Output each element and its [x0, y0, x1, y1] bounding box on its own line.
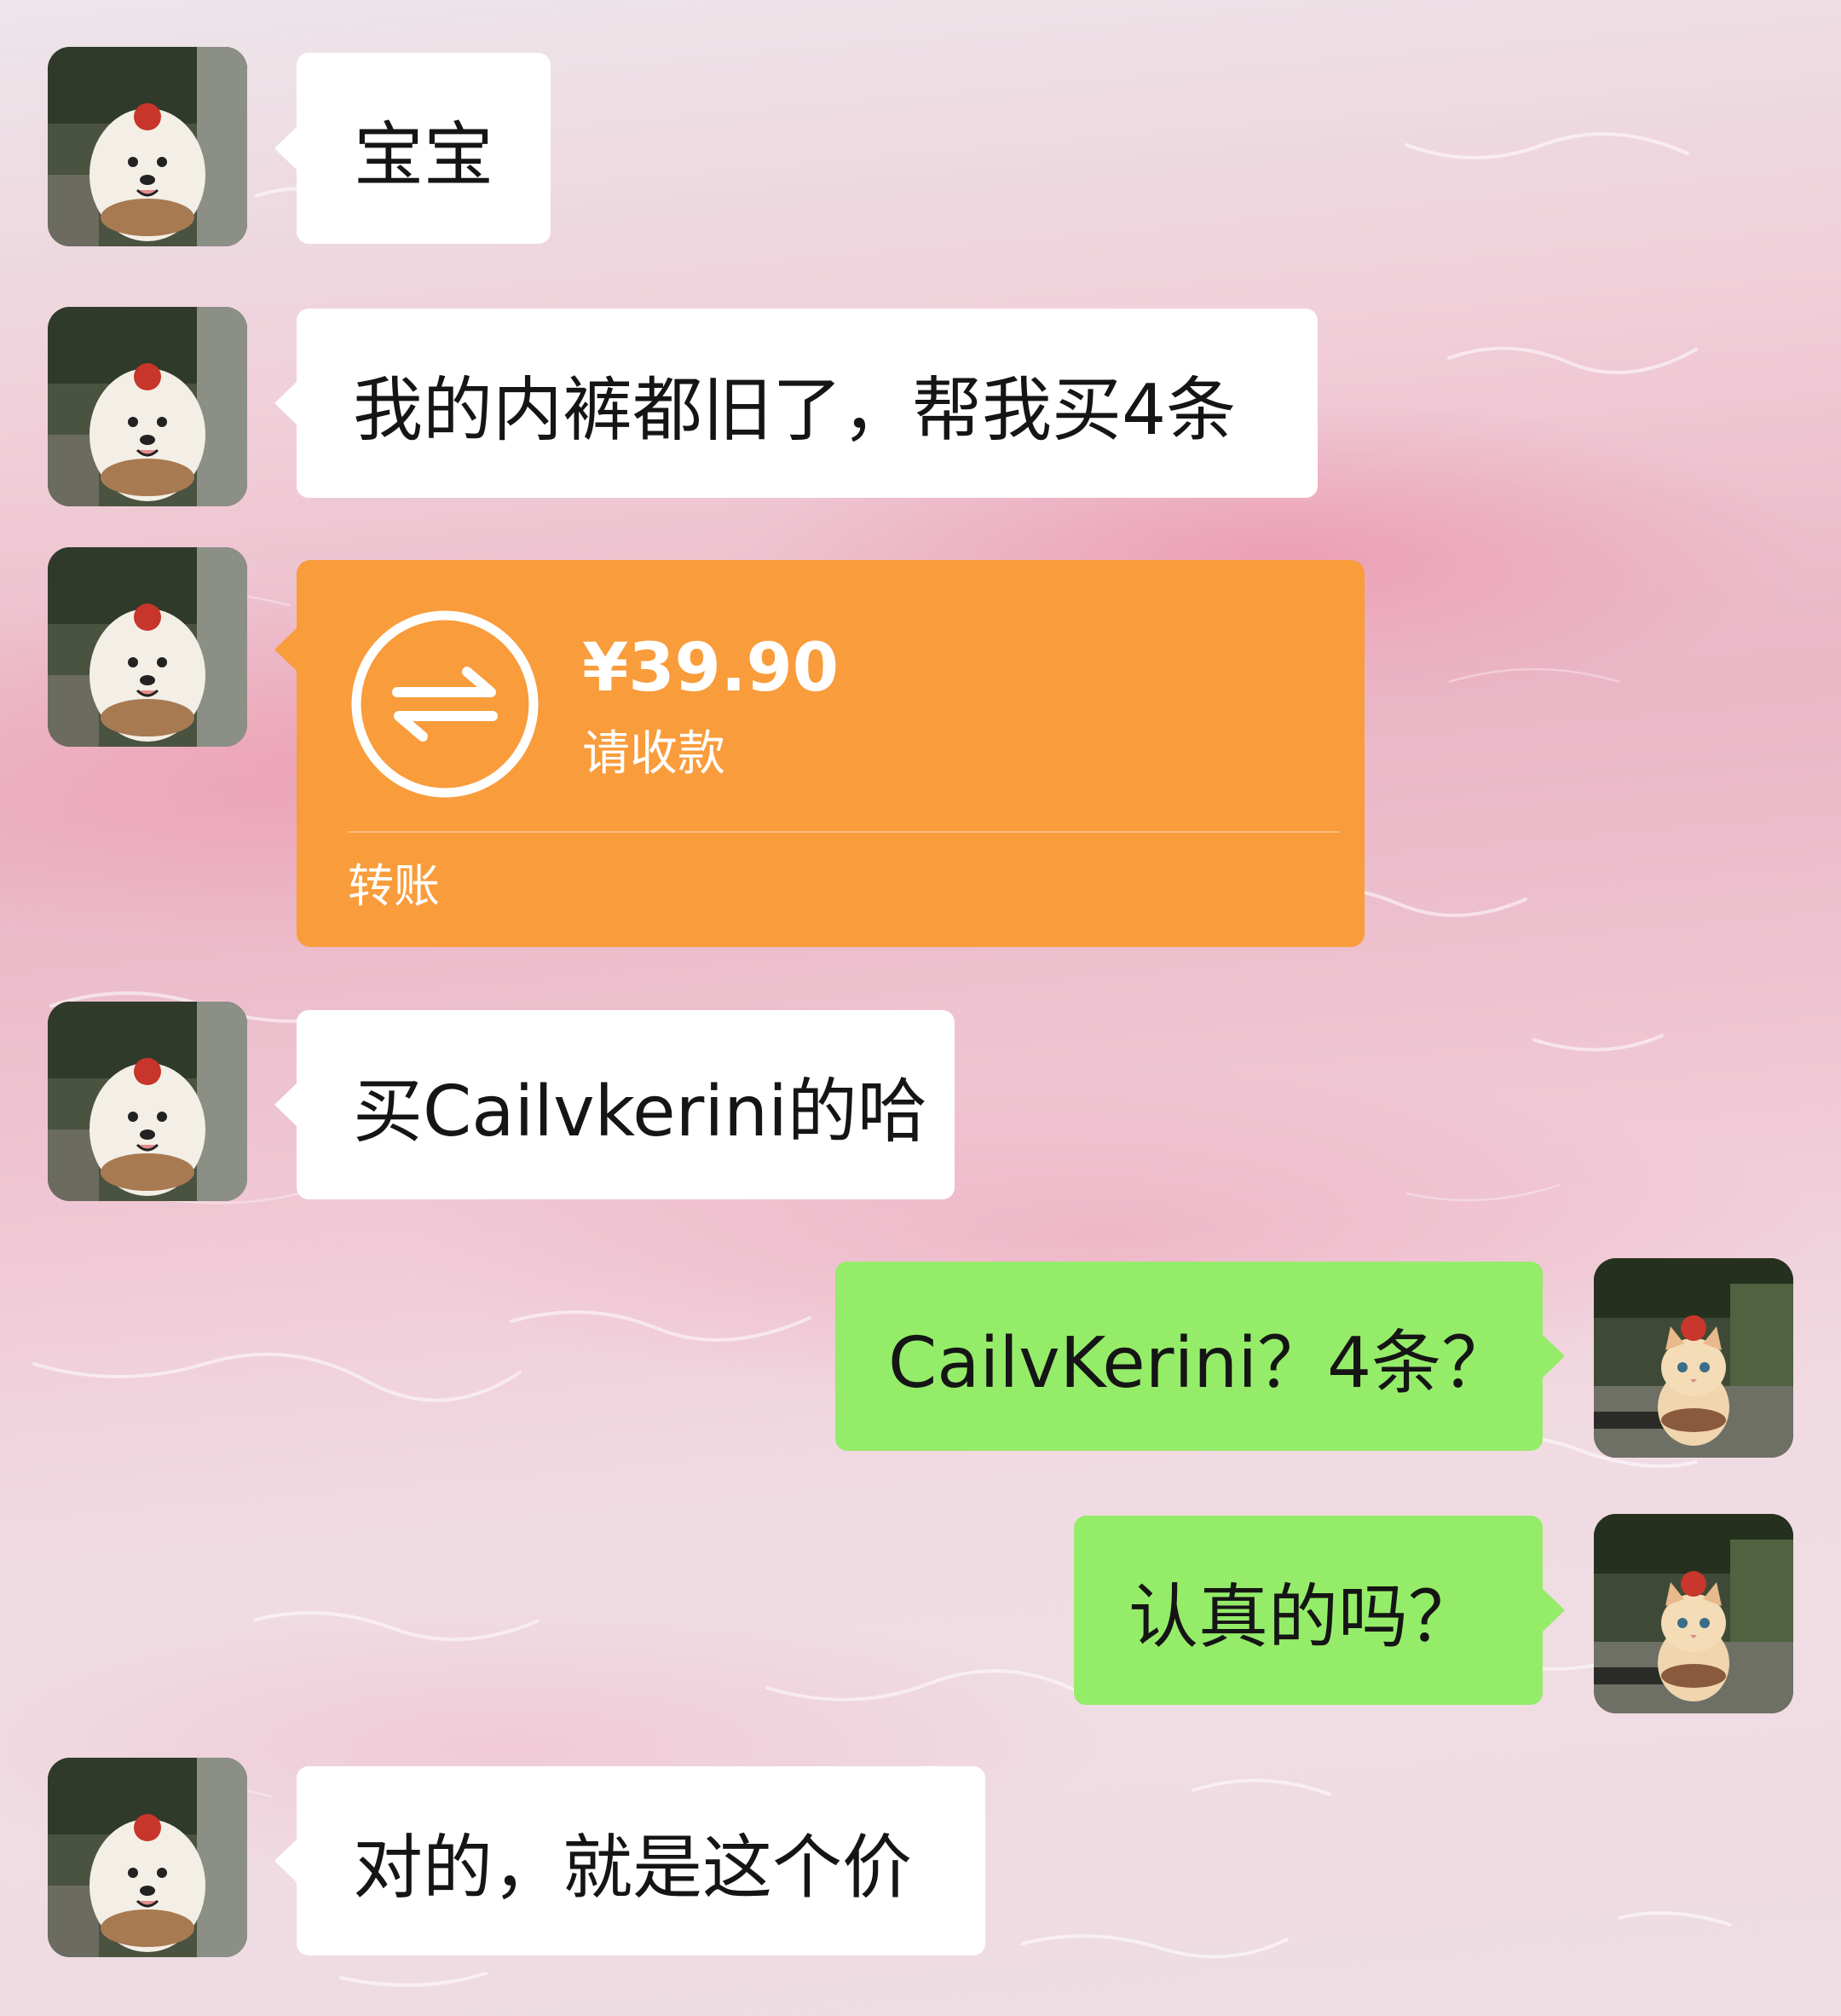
transfer-card[interactable]: ¥39.90 请收款 转账 — [274, 560, 1365, 947]
transfer-arrows-icon — [351, 610, 539, 798]
dog-avatar[interactable] — [48, 307, 247, 506]
message-bubble-outgoing[interactable]: CailvKerini？4条？ — [835, 1262, 1565, 1451]
message-text: 认真的吗？ — [1128, 1576, 1479, 1658]
cat-avatar[interactable] — [1594, 1258, 1793, 1458]
message-bubble-incoming[interactable]: 宝宝 — [274, 53, 551, 244]
message-bubble-incoming[interactable]: 买Cailvkerini的哈 — [274, 1010, 955, 1199]
dog-avatar[interactable] — [48, 47, 247, 246]
transfer-amount: ¥39.90 — [582, 630, 839, 707]
message-bubble-outgoing[interactable]: 认真的吗？ — [1074, 1516, 1565, 1705]
message-bubble-incoming[interactable]: 我的内裤都旧了，帮我买4条 — [274, 309, 1318, 498]
dog-avatar[interactable] — [48, 1002, 247, 1201]
chat-window: 宝宝 我的内裤都旧了，帮我买4条 ¥39.90 请收款 转账 买Cailvker… — [0, 0, 1841, 2016]
transfer-label: 转账 — [348, 859, 440, 913]
dog-avatar[interactable] — [48, 547, 247, 747]
message-text: 我的内裤都旧了，帮我买4条 — [353, 369, 1237, 451]
background-ripples — [32, 132, 1732, 1987]
message-text: 宝宝 — [353, 114, 493, 196]
message-text: CailvKerini？4条？ — [888, 1322, 1512, 1404]
message-text: 对的，就是这个价 — [353, 1827, 913, 1909]
cat-avatar[interactable] — [1594, 1514, 1793, 1713]
message-bubble-incoming[interactable]: 对的，就是这个价 — [274, 1766, 985, 1955]
transfer-status: 请收款 — [582, 726, 725, 782]
dog-avatar[interactable] — [48, 1758, 247, 1957]
transfer-divider — [348, 831, 1339, 833]
message-text: 买Cailvkerini的哈 — [353, 1071, 927, 1152]
